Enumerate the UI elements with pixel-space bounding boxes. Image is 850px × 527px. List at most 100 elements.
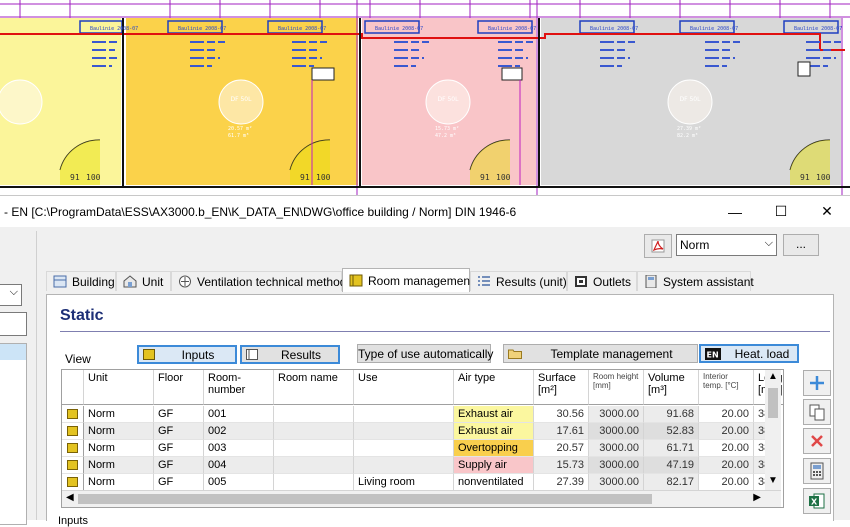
cell-surface[interactable]: 27.39	[534, 474, 589, 491]
cell-surface[interactable]: 17.61	[534, 423, 589, 440]
cell-unit[interactable]: Norm	[84, 423, 154, 440]
cell-floor[interactable]: GF	[154, 423, 204, 440]
cell-room-number[interactable]: 002	[204, 423, 274, 440]
cell-room-number[interactable]: 001	[204, 406, 274, 423]
column-header-volume[interactable]: Volume [m³]	[644, 370, 699, 405]
cell-interior-temp[interactable]: 20.00	[699, 406, 754, 423]
copy-row-button[interactable]	[803, 399, 831, 425]
cell-air-type[interactable]: Exhaust air	[454, 423, 534, 440]
cell-room-name[interactable]	[274, 440, 354, 457]
tab-unit[interactable]: Unit	[116, 271, 171, 291]
pdf-export-button[interactable]	[644, 234, 672, 258]
cell-floor[interactable]: GF	[154, 474, 204, 491]
left-pane-tree[interactable]	[0, 343, 27, 525]
scroll-left-icon[interactable]: ◀	[66, 492, 74, 503]
tab-ventilation-methods[interactable]: Ventilation technical methods	[171, 271, 352, 291]
cell-volume[interactable]: 52.83	[644, 423, 699, 440]
left-pane-field[interactable]	[0, 312, 27, 336]
left-pane-selected-item[interactable]	[0, 344, 26, 360]
table-row[interactable]: Norm GF 005 Living room nonventilated 27.39 30…	[62, 474, 783, 491]
cell-surface[interactable]: 30.56	[534, 406, 589, 423]
scroll-up-icon[interactable]: ▲	[768, 371, 778, 382]
left-pane-dropdown[interactable]: ⌵	[0, 284, 22, 306]
cell-use[interactable]	[354, 457, 454, 474]
table-row[interactable]: Norm GF 002 Exhaust air 17.61 3000.00 52.83 20.…	[62, 423, 783, 440]
cell-unit[interactable]: Norm	[84, 406, 154, 423]
column-header-room-height[interactable]: Room height [mm]	[589, 370, 644, 405]
cell-surface[interactable]: 20.57	[534, 440, 589, 457]
excel-export-button[interactable]: X	[803, 488, 831, 514]
tab-results-unit[interactable]: Results (unit)	[470, 271, 567, 291]
cell-volume[interactable]: 47.19	[644, 457, 699, 474]
cell-room-height[interactable]: 3000.00	[589, 423, 644, 440]
column-header-interior-temp[interactable]: Interior temp. [°C]	[699, 370, 754, 405]
cell-room-height[interactable]: 3000.00	[589, 474, 644, 491]
close-button[interactable]: ✕	[804, 196, 850, 227]
cell-unit[interactable]: Norm	[84, 440, 154, 457]
cell-interior-temp[interactable]: 20.00	[699, 423, 754, 440]
vertical-scroll-thumb[interactable]	[768, 388, 778, 418]
cell-room-height[interactable]: 3000.00	[589, 457, 644, 474]
cell-room-name[interactable]	[274, 474, 354, 491]
column-header-unit[interactable]: Unit	[84, 370, 154, 405]
vertical-scrollbar[interactable]: ▲ ▼	[765, 370, 781, 490]
cell-air-type[interactable]: Supply air	[454, 457, 534, 474]
column-header-room-name[interactable]: Room name	[274, 370, 354, 405]
calculate-button[interactable]	[803, 458, 831, 484]
tab-system-assistant[interactable]: System assistant	[637, 271, 754, 291]
title-bar[interactable]: - EN [C:\ProgramData\ESS\AX3000.b_EN\K_D…	[0, 196, 850, 227]
cell-volume[interactable]: 61.71	[644, 440, 699, 457]
table-row[interactable]: Norm GF 003 Overtopping 20.57 3000.00 61.71 20.…	[62, 440, 783, 457]
tab-outlets[interactable]: Outlets	[567, 271, 637, 291]
table-row[interactable]: Norm GF 004 Supply air 15.73 3000.00 47.19 20.0…	[62, 457, 783, 474]
pane-splitter[interactable]	[36, 231, 41, 520]
template-management-button[interactable]: Template management	[503, 344, 698, 363]
cell-use[interactable]	[354, 423, 454, 440]
cell-floor[interactable]: GF	[154, 440, 204, 457]
cell-air-type[interactable]: Exhaust air	[454, 406, 534, 423]
cell-floor[interactable]: GF	[154, 406, 204, 423]
cell-room-name[interactable]	[274, 423, 354, 440]
tab-room-management[interactable]: Room management	[342, 268, 473, 292]
scroll-right-icon[interactable]: ▶	[753, 492, 761, 503]
cell-room-name[interactable]	[274, 457, 354, 474]
column-header-use[interactable]: Use	[354, 370, 454, 405]
rooms-table[interactable]: Unit Floor Room-number Room name Use Air…	[61, 369, 784, 508]
column-header-floor[interactable]: Floor	[154, 370, 204, 405]
add-row-button[interactable]	[803, 370, 831, 396]
row-selector[interactable]	[62, 457, 84, 474]
minimize-button[interactable]: —	[712, 196, 758, 227]
cell-interior-temp[interactable]: 20.00	[699, 457, 754, 474]
row-selector[interactable]	[62, 423, 84, 440]
row-selector[interactable]	[62, 474, 84, 491]
cell-air-type[interactable]: Overtopping	[454, 440, 534, 457]
cell-use[interactable]	[354, 440, 454, 457]
norm-select[interactable]: Norm ⌵	[676, 234, 777, 256]
cell-surface[interactable]: 15.73	[534, 457, 589, 474]
column-header-air-type[interactable]: Air type	[454, 370, 534, 405]
scroll-down-icon[interactable]: ▼	[768, 475, 778, 486]
cell-use[interactable]: Living room	[354, 474, 454, 491]
delete-row-button[interactable]	[803, 428, 831, 454]
cell-interior-temp[interactable]: 20.00	[699, 440, 754, 457]
column-header-room-number[interactable]: Room-number	[204, 370, 274, 405]
cell-floor[interactable]: GF	[154, 457, 204, 474]
cell-room-name[interactable]	[274, 406, 354, 423]
column-header-surface[interactable]: Surface [m²]	[534, 370, 589, 405]
cell-room-number[interactable]: 005	[204, 474, 274, 491]
row-selector[interactable]	[62, 406, 84, 423]
cell-room-height[interactable]: 3000.00	[589, 440, 644, 457]
cell-unit[interactable]: Norm	[84, 474, 154, 491]
cell-room-number[interactable]: 004	[204, 457, 274, 474]
row-selector[interactable]	[62, 440, 84, 457]
cell-room-height[interactable]: 3000.00	[589, 406, 644, 423]
cell-air-type[interactable]: nonventilated	[454, 474, 534, 491]
horizontal-scroll-thumb[interactable]	[78, 494, 652, 504]
cell-use[interactable]	[354, 406, 454, 423]
horizontal-scrollbar[interactable]: ◀ ▶	[62, 490, 781, 507]
table-row[interactable]: Norm GF 001 Exhaust air 30.56 3000.00 91.68 20.…	[62, 406, 783, 423]
cell-volume[interactable]: 91.68	[644, 406, 699, 423]
cad-drawing-view[interactable]: Baulinie 2008-07 Baulinie 2008-07 Baulin…	[0, 0, 850, 195]
cell-volume[interactable]: 82.17	[644, 474, 699, 491]
maximize-button[interactable]: ☐	[758, 196, 804, 227]
